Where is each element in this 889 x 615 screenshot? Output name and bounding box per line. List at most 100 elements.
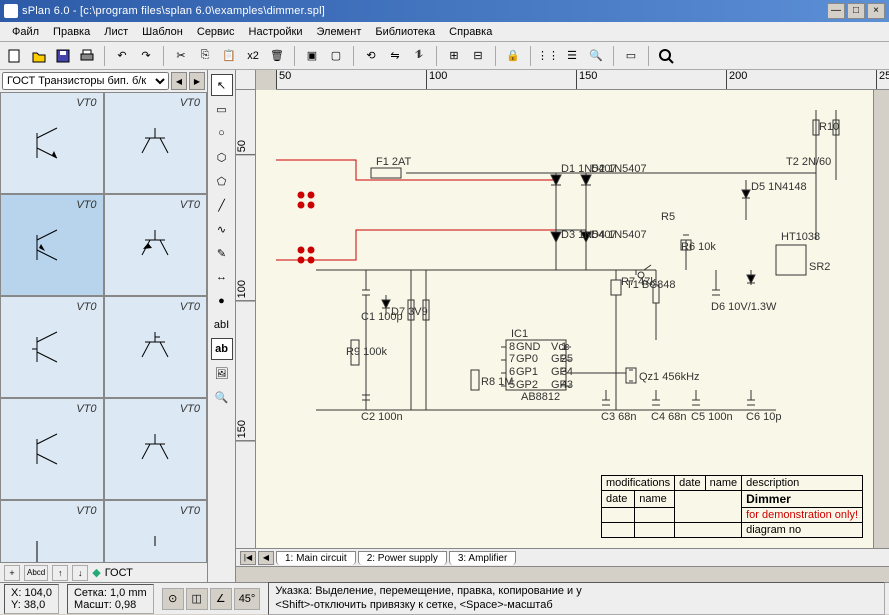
sheet-tab[interactable]: 1: Main circuit xyxy=(276,551,356,565)
bezier-tool[interactable]: ∿ xyxy=(211,218,233,240)
svg-text:GP2: GP2 xyxy=(516,379,538,391)
library-item[interactable]: VT0 xyxy=(0,296,104,398)
sheet-tab[interactable]: 3: Amplifier xyxy=(449,551,516,565)
library-item[interactable]: VT0 xyxy=(0,398,104,500)
special-tool[interactable]: ⬡ xyxy=(211,146,233,168)
menu-edit[interactable]: Правка xyxy=(47,24,96,40)
svg-text:D5 1N4148: D5 1N4148 xyxy=(751,181,807,193)
component-label-button[interactable]: Abcd xyxy=(24,565,48,581)
menu-sheet[interactable]: Лист xyxy=(98,24,134,40)
status-angle-button[interactable]: ∠ xyxy=(210,588,232,610)
freehand-tool[interactable]: ✎ xyxy=(211,242,233,264)
redo-button[interactable]: ↷ xyxy=(135,45,157,67)
cut-button[interactable]: ✂ xyxy=(170,45,192,67)
undo-button[interactable]: ↶ xyxy=(111,45,133,67)
move-down-button[interactable]: ↓ xyxy=(72,565,88,581)
window-title: sPlan 6.0 - [c:\program files\splan 6.0\… xyxy=(22,5,827,17)
grid-box: Сетка: 1,0 mm Масшт: 0,98 xyxy=(67,584,154,614)
sheet-button[interactable]: ▭ xyxy=(620,45,642,67)
library-next[interactable]: ▶ xyxy=(189,72,205,90)
library-item[interactable]: VT0 xyxy=(104,194,208,296)
group-button[interactable]: ⊞ xyxy=(443,45,465,67)
library-item[interactable]: VT0 xyxy=(104,500,208,562)
add-component-button[interactable]: + xyxy=(4,565,20,581)
snap-button[interactable]: ⋮⋮ xyxy=(537,45,559,67)
status-magnet-button[interactable]: ⊙ xyxy=(162,588,184,610)
app-icon xyxy=(4,4,18,18)
minimize-button[interactable]: — xyxy=(827,3,845,19)
scrollbar-vertical[interactable] xyxy=(873,90,889,548)
library-item[interactable]: VT0 xyxy=(104,92,208,194)
find-button[interactable]: 🔍 xyxy=(585,45,607,67)
image-tool[interactable]: 🖼 xyxy=(211,362,233,384)
menu-settings[interactable]: Настройки xyxy=(243,24,309,40)
zoom-button[interactable] xyxy=(655,45,677,67)
line-tool[interactable]: ╱ xyxy=(211,194,233,216)
scrollbar-horizontal[interactable] xyxy=(236,566,889,582)
svg-text:R6 10k: R6 10k xyxy=(681,241,716,253)
svg-text:D6 10V/1.3W: D6 10V/1.3W xyxy=(711,301,777,313)
library-item[interactable]: VT0 xyxy=(0,194,104,296)
open-button[interactable] xyxy=(28,45,50,67)
copy-button[interactable]: ⎘ xyxy=(194,45,216,67)
text-tool[interactable]: abI xyxy=(211,314,233,336)
label-tool[interactable]: ab xyxy=(211,338,233,360)
print-button[interactable] xyxy=(76,45,98,67)
pointer-tool[interactable]: ↖ xyxy=(211,74,233,96)
svg-text:C2 100n: C2 100n xyxy=(361,411,403,423)
polygon-tool[interactable]: ⬠ xyxy=(211,170,233,192)
duplicate-button[interactable]: x2 xyxy=(242,45,264,67)
svg-text:Qz1 456kHz: Qz1 456kHz xyxy=(639,371,700,383)
ruler-horizontal: 50 100 150 200 250 xyxy=(276,70,889,90)
dimension-tool[interactable]: ↔ xyxy=(211,266,233,288)
move-up-button[interactable]: ↑ xyxy=(52,565,68,581)
menu-help[interactable]: Справка xyxy=(443,24,498,40)
svg-text:SR2: SR2 xyxy=(809,261,830,273)
bring-front-button[interactable]: ▣ xyxy=(301,45,323,67)
svg-text:F1 2AT: F1 2AT xyxy=(376,156,412,168)
status-rubber-button[interactable]: ◫ xyxy=(186,588,208,610)
svg-text:GP0: GP0 xyxy=(516,353,538,365)
close-button[interactable]: × xyxy=(867,3,885,19)
svg-text:6: 6 xyxy=(509,366,515,378)
library-select[interactable]: ГОСТ Транзисторы бип. б/к xyxy=(2,72,169,90)
menu-file[interactable]: Файл xyxy=(6,24,45,40)
sheet-tab[interactable]: 2: Power supply xyxy=(358,551,447,565)
delete-button[interactable]: 🗑 xyxy=(266,45,288,67)
save-button[interactable] xyxy=(52,45,74,67)
tab-first[interactable]: |◀ xyxy=(240,551,256,565)
list-button[interactable]: ☰ xyxy=(561,45,583,67)
svg-text:D2 1N5407: D2 1N5407 xyxy=(591,163,647,175)
drawing-canvas[interactable]: F1 2AT D1 1N5407 D2 1N5407 D3 1N5407 D4 … xyxy=(256,90,873,548)
menu-library[interactable]: Библиотека xyxy=(369,24,441,40)
tab-prev[interactable]: ◀ xyxy=(258,551,274,565)
book-icon: ◆ xyxy=(92,566,100,579)
zoom-tool[interactable]: 🔍 xyxy=(211,386,233,408)
flip-v-button[interactable]: ⥮ xyxy=(408,45,430,67)
library-item[interactable]: VT0 xyxy=(104,296,208,398)
menu-template[interactable]: Шаблон xyxy=(136,24,189,40)
new-button[interactable] xyxy=(4,45,26,67)
flip-h-button[interactable]: ⇋ xyxy=(384,45,406,67)
maximize-button[interactable]: □ xyxy=(847,3,865,19)
svg-text:C5 100n: C5 100n xyxy=(691,411,733,423)
hint-box: Указка: Выделение, перемещение, правка, … xyxy=(268,582,885,614)
svg-text:R9 100k: R9 100k xyxy=(346,346,387,358)
svg-text:T1 BC848: T1 BC848 xyxy=(626,279,676,291)
node-tool[interactable]: ● xyxy=(211,290,233,312)
menu-tools[interactable]: Сервис xyxy=(191,24,241,40)
svg-text:4: 4 xyxy=(561,379,567,391)
rotate-button[interactable]: ⟲ xyxy=(360,45,382,67)
library-item[interactable]: VT0 xyxy=(104,398,208,500)
circle-tool[interactable]: ○ xyxy=(211,122,233,144)
paste-button[interactable]: 📋 xyxy=(218,45,240,67)
ungroup-button[interactable]: ⊟ xyxy=(467,45,489,67)
rect-tool[interactable]: ▭ xyxy=(211,98,233,120)
status-angle-value[interactable]: 45° xyxy=(234,588,261,610)
library-prev[interactable]: ◀ xyxy=(171,72,187,90)
lock-button[interactable]: 🔒 xyxy=(502,45,524,67)
menu-element[interactable]: Элемент xyxy=(310,24,367,40)
library-item[interactable]: VT0 xyxy=(0,500,104,562)
send-back-button[interactable]: ▢ xyxy=(325,45,347,67)
library-item[interactable]: VT0 xyxy=(0,92,104,194)
